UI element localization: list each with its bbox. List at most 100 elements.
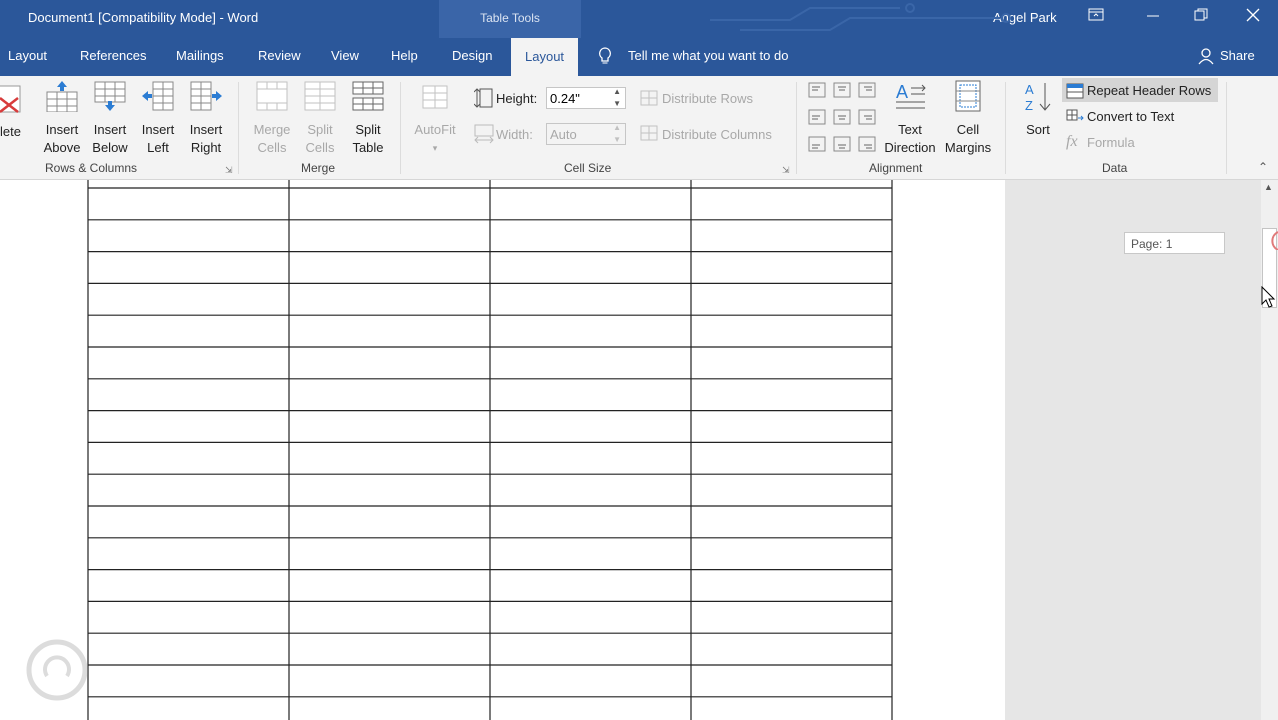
distribute-columns-icon <box>640 125 658 146</box>
group-separator <box>1005 82 1006 174</box>
insert-right-label-1: Insert <box>189 122 223 137</box>
split-cells-icon <box>304 81 336 111</box>
distribute-columns-button[interactable]: Distribute Columns <box>662 127 772 142</box>
width-spinner-icon[interactable]: ▲ ▼ <box>613 122 621 146</box>
width-input[interactable]: Auto ▲ ▼ <box>546 123 626 145</box>
data-group-label: Data <box>1102 161 1128 175</box>
cell-size-group-label: Cell Size <box>564 161 612 175</box>
rows-columns-launcher-icon[interactable]: ⇲ <box>225 165 233 176</box>
restore-icon[interactable] <box>1194 8 1208 25</box>
insert-right-icon <box>190 81 222 111</box>
delete-table-icon <box>0 85 21 113</box>
alignment-grid-icon[interactable] <box>806 80 878 156</box>
formula-icon: fx <box>1066 133 1078 150</box>
insert-left-label-2: Left <box>147 140 169 155</box>
split-table-label-1: Split <box>355 122 381 137</box>
ribbon-tabs: Layout References Mailings Review View H… <box>0 38 1278 76</box>
merge-group-label: Merge <box>301 161 336 175</box>
ribbon-display-options-icon[interactable] <box>1088 8 1104 25</box>
title-decoration-icon <box>710 3 1011 31</box>
close-icon[interactable] <box>1246 8 1260 25</box>
collapse-ribbon-icon[interactable]: ⌃ <box>1258 160 1268 174</box>
merge-cells-label-2: Cells <box>257 140 287 155</box>
svg-text:Z: Z <box>1025 98 1033 112</box>
insert-below-icon <box>94 81 126 111</box>
tab-mailings[interactable]: Mailings <box>176 48 224 63</box>
row-height-icon <box>473 88 494 113</box>
text-direction-button[interactable]: A Text Direction <box>882 80 938 157</box>
sort-az-icon: AZ <box>1025 82 1051 113</box>
insert-right-button[interactable]: Insert Right <box>184 80 228 157</box>
document-title: Document1 [Compatibility Mode] - Word <box>28 10 259 25</box>
convert-to-text-icon <box>1066 108 1084 129</box>
minimize-icon[interactable] <box>1146 8 1160 25</box>
height-input[interactable]: 0.24" ▲ ▼ <box>546 87 626 109</box>
insert-right-label-2: Right <box>190 140 222 155</box>
share-person-icon[interactable] <box>1198 47 1214 68</box>
insert-below-button[interactable]: Insert Below <box>88 80 132 157</box>
group-separator <box>796 82 797 174</box>
sort-button[interactable]: AZ Sort <box>1016 80 1060 139</box>
insert-above-label-1: Insert <box>45 122 79 137</box>
convert-to-text-button[interactable]: Convert to Text <box>1087 109 1174 124</box>
side-gray-area <box>1005 180 1261 720</box>
split-table-label-2: Table <box>352 140 384 155</box>
tab-help[interactable]: Help <box>391 48 418 63</box>
merge-cells-label-1: Merge <box>253 122 291 137</box>
drag-highlight-circle-icon <box>1271 231 1278 250</box>
autofit-button[interactable]: AutoFit ▾ <box>410 80 460 157</box>
lightbulb-icon <box>598 47 612 68</box>
alignment-group-label: Alignment <box>869 161 923 175</box>
group-separator <box>400 82 401 174</box>
width-value: Auto <box>550 127 577 142</box>
distribute-rows-button[interactable]: Distribute Rows <box>662 91 753 106</box>
insert-above-button[interactable]: Insert Above <box>40 80 84 157</box>
height-label: Height: <box>496 91 538 106</box>
text-direction-label-1: Text <box>898 122 922 137</box>
cell-margins-button[interactable]: Cell Margins <box>941 80 995 157</box>
autofit-icon <box>422 85 448 109</box>
formula-button[interactable]: Formula <box>1087 135 1135 150</box>
tab-design[interactable]: Design <box>452 48 492 63</box>
ribbon: lete Insert Above Insert Below Insert Le… <box>0 76 1278 180</box>
share-button[interactable]: Share <box>1220 48 1255 63</box>
split-table-icon <box>352 81 384 111</box>
height-spinner-icon[interactable]: ▲ ▼ <box>613 86 621 110</box>
cell-margins-label-2: Margins <box>944 140 992 155</box>
tab-references[interactable]: References <box>80 48 146 63</box>
repeat-header-rows-button[interactable]: Repeat Header Rows <box>1087 83 1211 98</box>
text-direction-icon: A <box>896 82 926 109</box>
insert-above-label-2: Above <box>43 140 81 155</box>
group-separator <box>1226 82 1227 174</box>
text-direction-label-2: Direction <box>884 140 936 155</box>
cell-size-launcher-icon[interactable]: ⇲ <box>782 165 790 176</box>
insert-above-icon <box>46 81 78 113</box>
merge-cells-icon <box>256 81 288 111</box>
tell-me-search[interactable]: Tell me what you want to do <box>628 48 788 63</box>
watermark-logo-icon <box>26 639 342 701</box>
tab-review[interactable]: Review <box>258 48 301 63</box>
autofit-dropdown-icon: ▾ <box>432 143 438 153</box>
insert-left-button[interactable]: Insert Left <box>136 80 180 157</box>
page-indicator-tooltip: Page: 1 <box>1124 232 1225 254</box>
tab-layout-document[interactable]: Layout <box>8 48 47 63</box>
sort-label: Sort <box>1026 122 1050 137</box>
svg-text:A: A <box>1025 82 1034 97</box>
group-separator <box>238 82 239 174</box>
split-cells-button[interactable]: Split Cells <box>298 80 342 157</box>
title-bar: Document1 [Compatibility Mode] - Word Ta… <box>0 0 1278 38</box>
delete-button[interactable]: lete <box>0 80 26 141</box>
mouse-cursor-icon <box>1261 286 1276 308</box>
insert-below-label-1: Insert <box>93 122 127 137</box>
insert-below-label-2: Below <box>92 140 128 155</box>
merge-cells-button[interactable]: Merge Cells <box>250 80 294 157</box>
svg-text:A: A <box>896 82 908 102</box>
vertical-scrollbar[interactable]: ▲ <box>1261 180 1278 720</box>
delete-label: lete <box>0 124 21 139</box>
tab-layout-table[interactable]: Layout <box>511 38 579 76</box>
tab-view[interactable]: View <box>331 48 359 63</box>
insert-left-icon <box>142 81 174 111</box>
rows-columns-group-label: Rows & Columns <box>45 161 138 175</box>
split-table-button[interactable]: Split Table <box>346 80 390 157</box>
scroll-up-icon[interactable]: ▲ <box>1264 182 1273 192</box>
